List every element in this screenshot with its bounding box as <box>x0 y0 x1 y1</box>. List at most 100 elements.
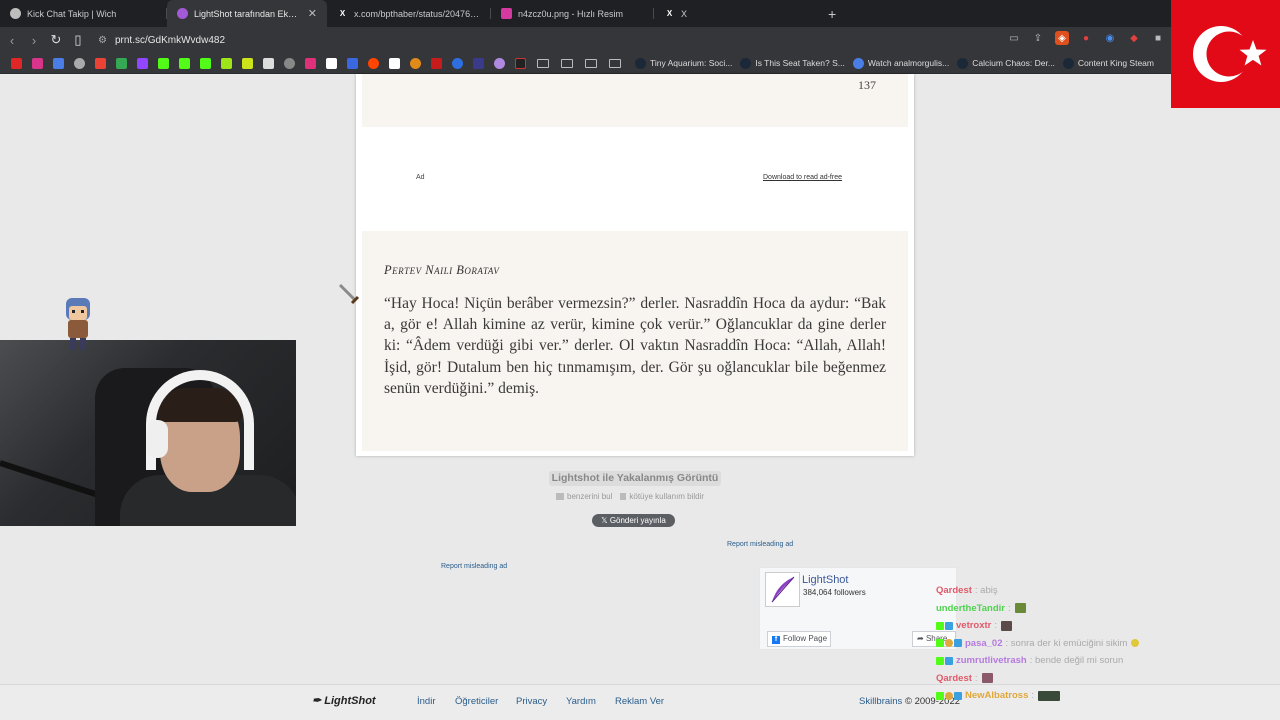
kick-badge-icon <box>936 656 944 665</box>
share-icon[interactable]: ⇪ <box>1031 31 1045 45</box>
badge-icon <box>945 639 953 648</box>
chat-message: Qardest: <box>936 670 1186 688</box>
tab-kick-chat[interactable]: Kick Chat Takip | Wich <box>0 0 167 27</box>
extension-icon[interactable] <box>431 57 442 69</box>
follow-page-button[interactable]: f Follow Page <box>767 631 831 647</box>
anchor-icon[interactable] <box>263 57 274 69</box>
url-field[interactable]: ⚙ prnt.sc/GdKmkWvdw482 <box>98 35 225 46</box>
play-icon[interactable] <box>452 57 463 69</box>
instagram-icon[interactable] <box>32 57 43 69</box>
address-bar: ‹ › ↻ ▯ ⚙ prnt.sc/GdKmkWvdw482 ▭ ⇪ ◈ ● ◉… <box>0 27 1280 53</box>
download-ad-free-link[interactable]: Download to read ad-free <box>763 174 842 181</box>
chat-message: NewAlbatross: <box>936 687 1186 705</box>
tab-bar: Kick Chat Takip | Wich LightShot tarafın… <box>0 0 1280 27</box>
steam-icon <box>635 57 646 69</box>
screen-icon[interactable]: ▭ <box>1007 31 1021 45</box>
footer-link-advertise[interactable]: Reklam Ver <box>615 696 664 707</box>
extension-icon[interactable] <box>305 57 316 69</box>
folder-icon[interactable] <box>561 58 573 68</box>
extension-icon[interactable]: ■ <box>1151 31 1165 45</box>
translate-icon[interactable] <box>53 57 64 69</box>
follower-count: 384,064 followers <box>803 588 866 597</box>
stream-chat-overlay: Qardest: abiş undertheTandir: vetroxtr: … <box>936 582 1186 705</box>
back-icon[interactable]: ‹ <box>2 30 22 50</box>
gmail-icon[interactable] <box>95 57 106 69</box>
extension-icon[interactable] <box>410 57 421 69</box>
bookmark-calcium-chaos[interactable]: Calcium Chaos: Der... <box>957 57 1055 69</box>
crescent-star-icon <box>1193 26 1267 82</box>
reddit-icon[interactable] <box>368 57 379 69</box>
extension-icon[interactable] <box>242 57 253 69</box>
lightshot-feather-icon <box>177 8 188 19</box>
extension-icon[interactable]: ◉ <box>1103 31 1117 45</box>
tab-x-bpthaber[interactable]: X x.com/bpthaber/status/2047690757... <box>327 0 491 27</box>
globe-icon <box>10 8 21 19</box>
report-abuse-link[interactable]: kötüye kullanım bildir <box>620 492 704 501</box>
extension-icon[interactable] <box>515 57 526 69</box>
kick-icon[interactable] <box>179 57 190 69</box>
twitch-icon[interactable] <box>137 57 148 69</box>
kick-icon[interactable] <box>158 57 169 69</box>
pixel-character-icon <box>66 298 90 350</box>
brave-shield-icon[interactable]: ◈ <box>1055 31 1069 45</box>
footer-link-help[interactable]: Yardım <box>566 696 596 707</box>
tweet-button[interactable]: 𝕏 Gönderi yayınla <box>592 514 675 527</box>
badge-icon <box>945 656 953 665</box>
chat-message: Qardest: abiş <box>936 585 998 597</box>
chat-message: vetroxtr: <box>936 617 1186 635</box>
footer-link-download[interactable]: İndir <box>417 696 435 707</box>
report-misleading-ad-link[interactable]: Report misleading ad <box>727 541 793 548</box>
report-misleading-ad-link[interactable]: Report misleading ad <box>441 563 507 570</box>
emote-icon <box>1001 620 1013 631</box>
reload-icon[interactable]: ↻ <box>46 30 66 50</box>
chat-message: pasa_02: sonra der ki emüciğini sikim <box>936 635 1186 653</box>
extension-icon[interactable]: ● <box>1079 31 1093 45</box>
kick-badge-icon <box>936 691 944 700</box>
tab-hizli-resim[interactable]: n4zcz0u.png - Hızlı Resim <box>491 0 654 27</box>
globe-icon[interactable] <box>74 57 85 69</box>
page-title: Lightshot ile Yakalanmış Görüntü <box>549 471 721 486</box>
extension-icon[interactable] <box>389 57 400 69</box>
tab-lightshot[interactable]: LightShot tarafından Ekran Görüntüsü ✕ <box>167 0 327 27</box>
extension-icon[interactable] <box>494 57 505 69</box>
x-logo-icon[interactable] <box>326 57 337 69</box>
close-tab-icon[interactable]: ✕ <box>308 7 317 20</box>
extension-icon[interactable] <box>284 57 295 69</box>
bookmarks-bar: Tiny Aquarium: Soci... Is This Seat Take… <box>0 53 1280 74</box>
page-number: 137 <box>858 78 876 92</box>
kick-icon[interactable] <box>200 57 211 69</box>
extension-icon[interactable]: ◆ <box>1127 31 1141 45</box>
extension-icon[interactable] <box>347 57 358 69</box>
footer-link-tutorials[interactable]: Öğreticiler <box>455 696 498 707</box>
steam-icon <box>1062 57 1074 69</box>
badge-icon <box>945 621 953 630</box>
folder-icon[interactable] <box>585 58 597 68</box>
bookmark-watch[interactable]: Watch analmorgulis... <box>852 57 949 69</box>
bookmark-seat-taken[interactable]: Is This Seat Taken? S... <box>740 57 845 69</box>
bookmark-tiny-aquarium[interactable]: Tiny Aquarium: Soci... <box>635 57 732 69</box>
mal-icon[interactable] <box>473 57 484 69</box>
emote-icon <box>981 673 993 684</box>
footer-link-privacy[interactable]: Privacy <box>516 696 547 707</box>
footer-logo[interactable]: ✒ LightShot <box>312 694 376 707</box>
find-similar-link[interactable]: benzerini bul <box>556 492 612 501</box>
facebook-page-name[interactable]: LightShot <box>802 574 848 586</box>
facebook-page-widget: LightShot 384,064 followers f Follow Page… <box>759 567 957 650</box>
youtube-icon[interactable] <box>11 57 22 69</box>
bookmark-icon[interactable]: ▯ <box>68 30 88 50</box>
ad-label: Ad <box>416 174 425 181</box>
drive-icon[interactable] <box>116 57 127 69</box>
previous-page: 137 <box>362 74 908 127</box>
x-logo-icon: 𝕏 <box>601 516 610 525</box>
forward-icon[interactable]: › <box>24 30 44 50</box>
folder-icon[interactable] <box>537 58 549 68</box>
extension-icon[interactable] <box>221 57 232 69</box>
bookmark-content-king[interactable]: Content King Steam <box>1062 57 1154 69</box>
kick-badge-icon <box>936 621 944 630</box>
skillbrains-link[interactable]: Skillbrains <box>859 696 902 707</box>
badge-icon <box>945 691 953 700</box>
tab-x[interactable]: X X <box>654 0 818 27</box>
folder-icon[interactable] <box>609 58 621 68</box>
new-tab-button[interactable]: + <box>818 6 846 22</box>
site-settings-icon[interactable]: ⚙ <box>98 35 107 46</box>
